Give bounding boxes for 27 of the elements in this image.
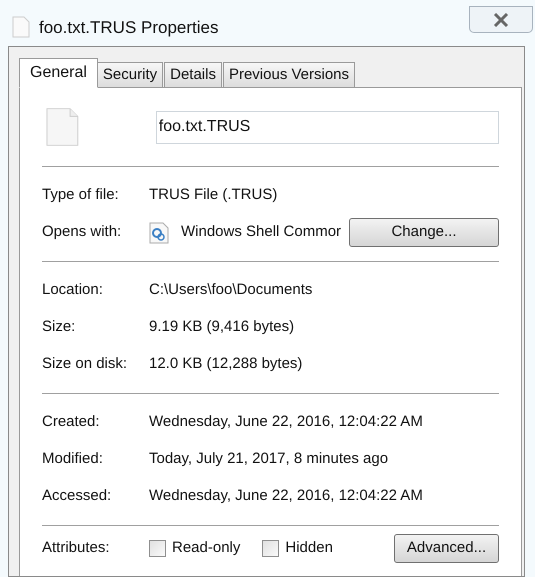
field-value: 9.19 KB (9,416 bytes) [149, 317, 294, 338]
field-label: Type of file: [42, 185, 120, 206]
field-label: Size on disk: [42, 354, 128, 374]
field-value: C:\Users\foo\Documents [149, 280, 312, 300]
tab[interactable]: Previous Versions [222, 62, 356, 88]
field-label: Accessed: [42, 486, 112, 506]
tab[interactable]: Details [164, 62, 222, 88]
button[interactable]: Change... [349, 218, 499, 247]
field-label: Size: [42, 317, 76, 338]
field-value: Today, July 21, 2017, 8 minutes ago [149, 449, 388, 470]
button[interactable]: Advanced... [394, 534, 499, 562]
tab[interactable]: Security [96, 62, 164, 88]
window-title: foo.txt.TRUS Properties [39, 17, 219, 39]
file-name-field[interactable]: foo.txt.TRUS [156, 110, 499, 144]
field-label: Created: [42, 412, 101, 432]
app-name: Windows Shell Commor [181, 222, 342, 242]
field-value: 12.0 KB (12,288 bytes) [149, 354, 302, 374]
checkbox-label[interactable]: Read-only [172, 536, 240, 560]
field-value: TRUS File (.TRUS) [149, 185, 278, 206]
field-value: Wednesday, June 22, 2016, 12:04:22 AM [149, 412, 423, 432]
checkbox-label[interactable]: Hidden [285, 536, 333, 560]
field-label: Opens with: [42, 222, 122, 242]
field-label: Modified: [42, 449, 104, 470]
field-value: Wednesday, June 22, 2016, 12:04:22 AM [149, 486, 423, 506]
field-label: Attributes: [42, 538, 111, 558]
field-label: Location: [42, 280, 104, 300]
tab[interactable]: General [19, 58, 98, 88]
